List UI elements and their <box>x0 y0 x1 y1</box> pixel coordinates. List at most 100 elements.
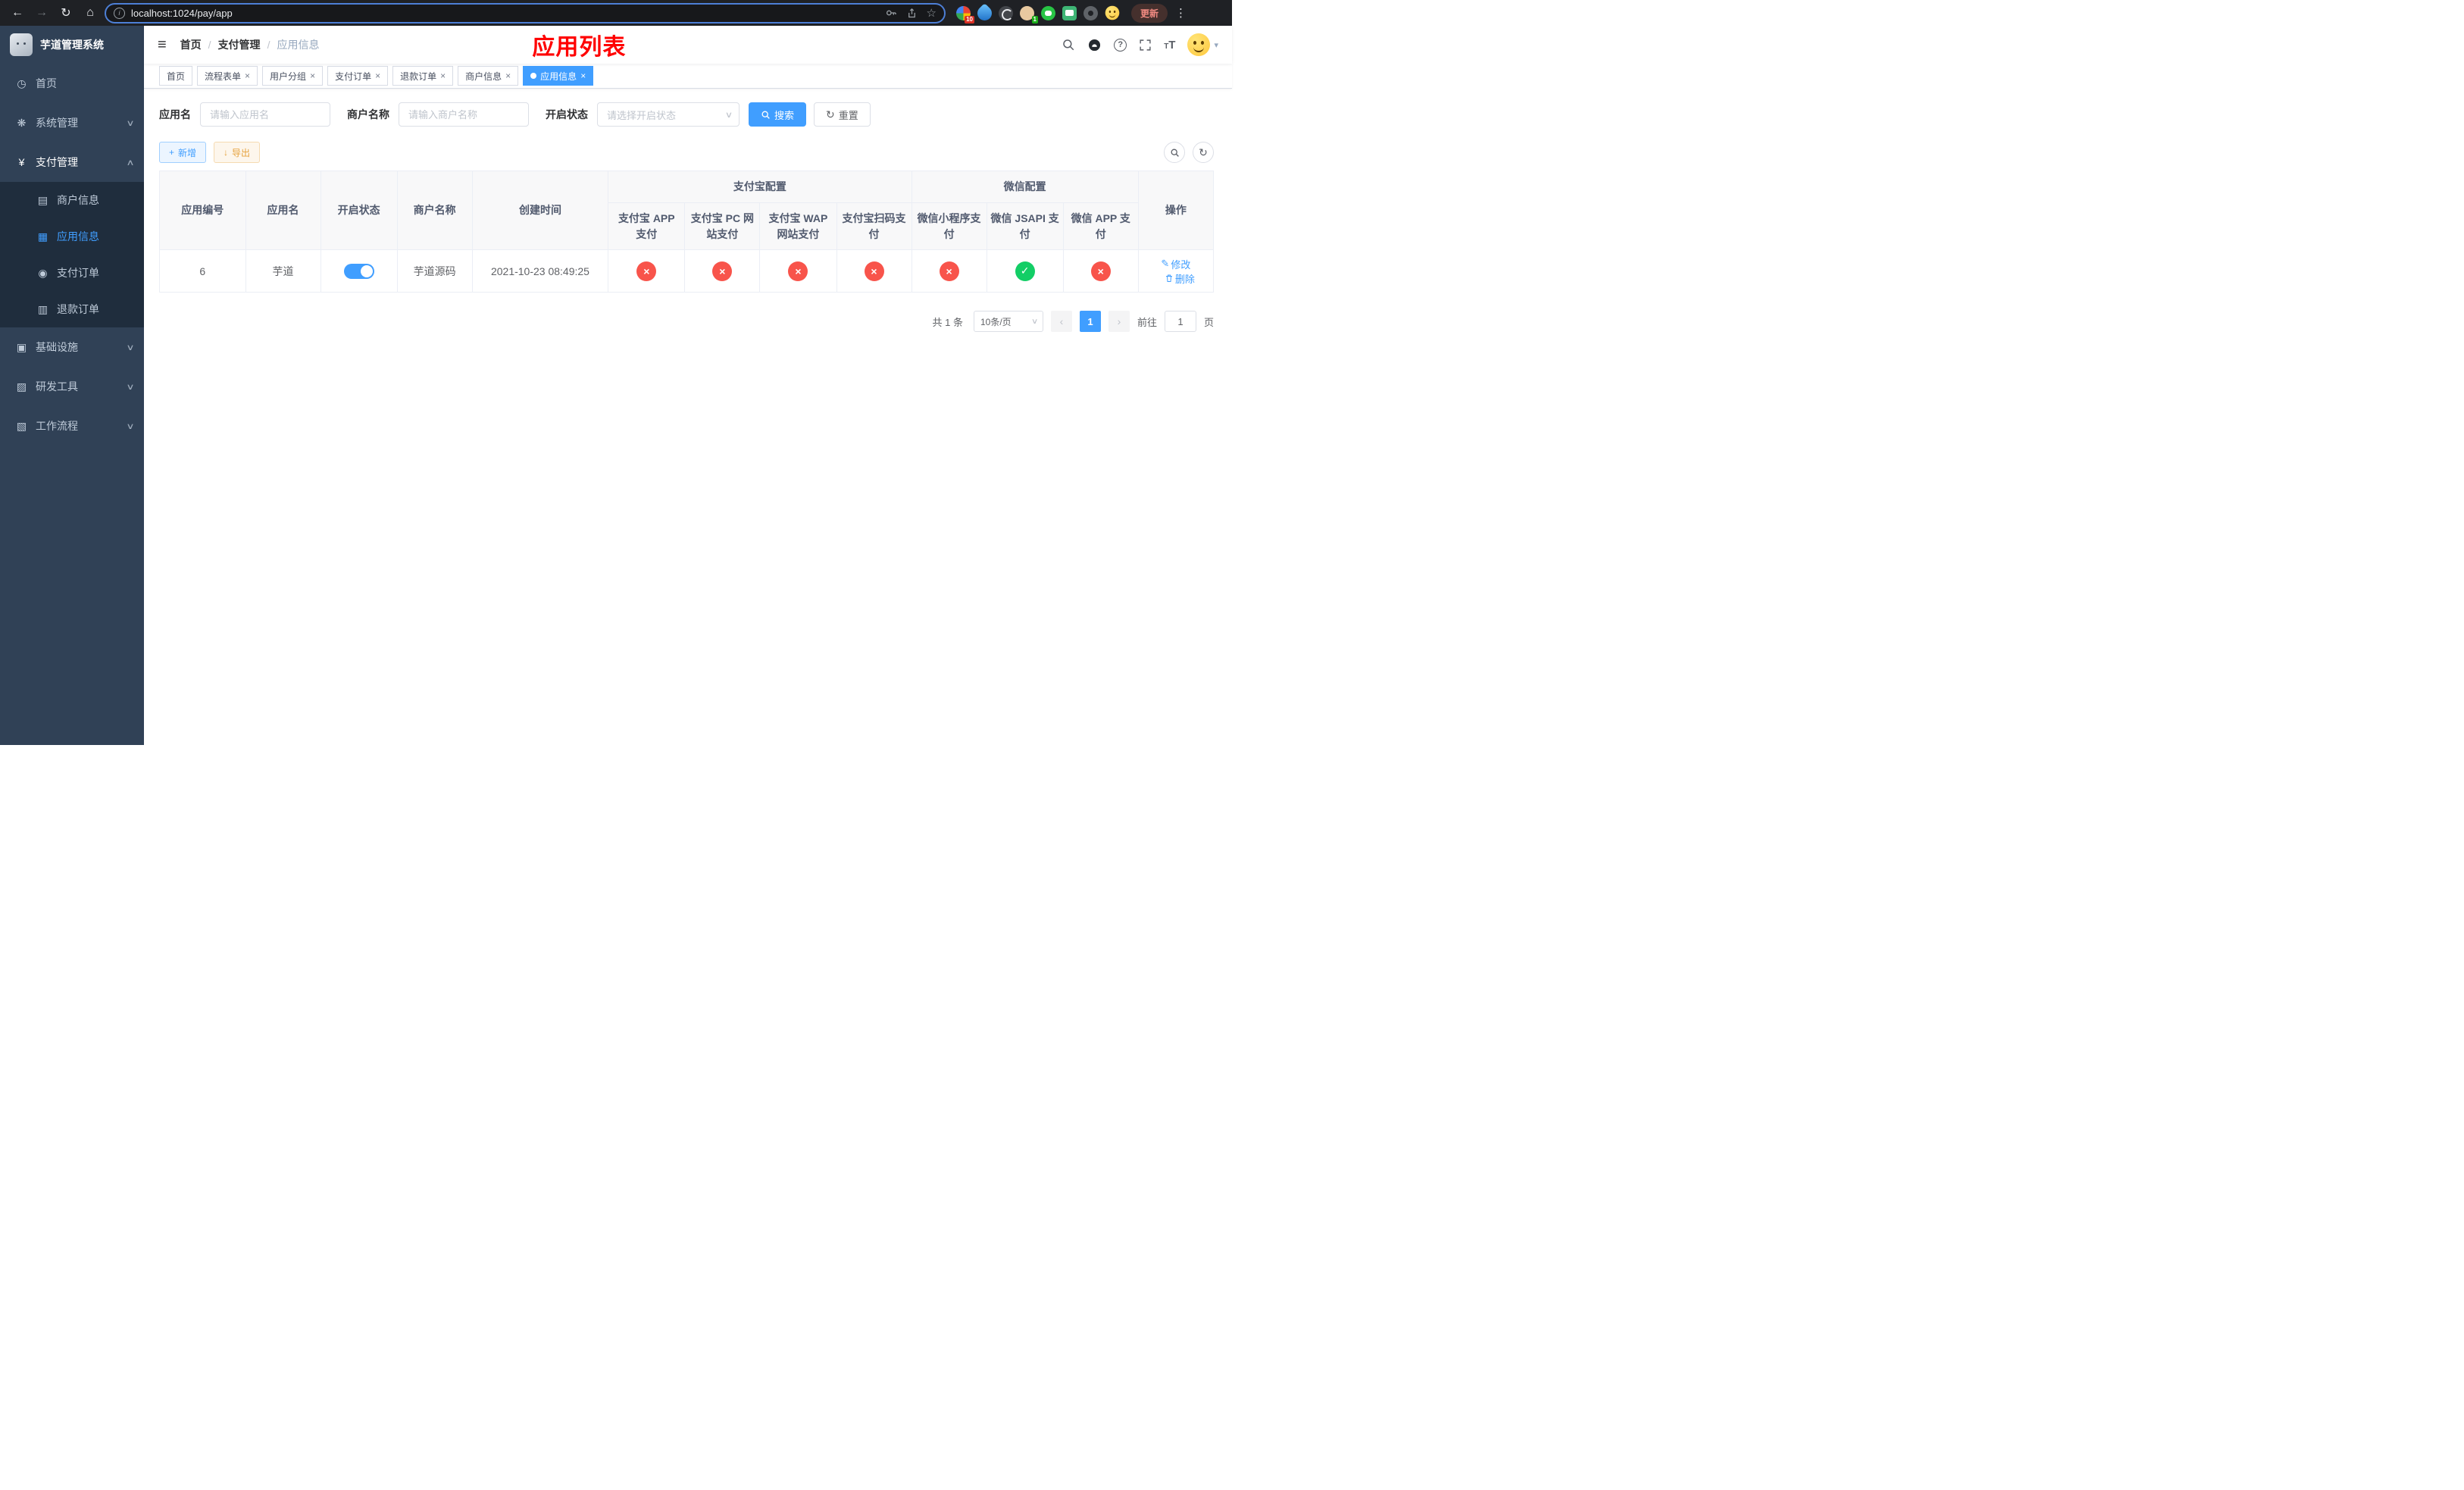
tab-label: 首页 <box>167 70 186 82</box>
close-icon[interactable]: × <box>440 71 446 80</box>
github-icon[interactable] <box>1087 38 1102 52</box>
tab-app-info[interactable]: 应用信息 × <box>523 66 594 86</box>
password-key-icon[interactable] <box>885 7 897 19</box>
browser-back-button[interactable]: ← <box>8 3 27 23</box>
address-bar[interactable]: i localhost:1024/pay/app ☆ <box>105 2 946 23</box>
app-logo[interactable]: 芋道管理系统 <box>0 26 144 64</box>
close-icon[interactable]: × <box>580 71 586 80</box>
extension-dark-icon[interactable] <box>999 5 1013 20</box>
add-button[interactable]: + 新增 <box>159 142 207 163</box>
table-row: 6 芋道 芋道源码 2021-10-23 08:49:25 × × × × × … <box>159 249 1215 293</box>
chevron-down-icon: ▾ <box>1214 40 1218 50</box>
cell-created: 2021-10-23 08:49:25 <box>471 249 609 293</box>
search-button[interactable]: 搜索 <box>749 102 807 127</box>
sidebar-toggle-icon[interactable]: ≡ <box>158 37 167 52</box>
cell-alipay-pc <box>684 249 761 293</box>
close-icon[interactable]: × <box>375 71 380 80</box>
active-dot <box>530 73 537 79</box>
sidebar-item-app-info[interactable]: ▦ 应用信息 <box>0 218 144 255</box>
tab-label: 应用信息 <box>540 70 577 82</box>
user-avatar[interactable]: ▾ <box>1187 33 1218 56</box>
refresh-table-button[interactable]: ↻ <box>1193 142 1214 163</box>
page-size-select[interactable]: 10条/页 ∨ <box>973 311 1043 332</box>
chevron-down-icon: ∨ <box>126 421 135 431</box>
fullscreen-icon[interactable] <box>1139 39 1152 52</box>
export-button[interactable]: ↓ 导出 <box>214 142 261 163</box>
browser-update-button[interactable]: 更新 <box>1131 3 1168 23</box>
add-button-label: 新增 <box>178 147 197 158</box>
sidebar-item-label: 基础设施 <box>36 341 78 353</box>
sidebar-item-refund-order[interactable]: ▥ 退款订单 <box>0 291 144 327</box>
sidebar-item-payment[interactable]: ¥ 支付管理 ∧ <box>0 142 144 182</box>
cell-alipay-app <box>608 249 686 293</box>
tab-pay-order[interactable]: 支付订单 × <box>327 66 389 86</box>
extension-wechat-icon[interactable] <box>1041 5 1055 20</box>
sidebar-item-dev-tools[interactable]: ▨ 研发工具 ∨ <box>0 367 144 406</box>
sidebar-item-merchant-info[interactable]: ▤ 商户信息 <box>0 182 144 218</box>
sidebar-item-home[interactable]: ◷ 首页 <box>0 64 144 103</box>
app-name-input[interactable] <box>200 102 330 127</box>
extension-avatar-icon[interactable]: 1 <box>1020 5 1038 23</box>
column-wx-jsapi: 微信 JSAPI 支付 <box>986 202 1064 250</box>
browser-chrome: ← → ↻ ⌂ i localhost:1024/pay/app ☆ 10 1 … <box>0 0 1232 26</box>
browser-home-button[interactable]: ⌂ <box>80 3 100 23</box>
column-alipay-wap: 支付宝 WAP 网站支付 <box>759 202 837 250</box>
share-icon[interactable] <box>906 8 918 19</box>
extension-colorwheel-icon[interactable]: 10 <box>956 5 974 23</box>
status-no-icon <box>636 261 657 281</box>
browser-menu-icon[interactable]: ⋮ <box>1172 6 1190 20</box>
sidebar-item-infrastructure[interactable]: ▣ 基础设施 ∨ <box>0 327 144 367</box>
extension-drop-icon[interactable] <box>974 2 995 23</box>
close-icon[interactable]: × <box>245 71 250 80</box>
tab-merchant-info[interactable]: 商户信息 × <box>458 66 519 86</box>
extensions-puzzle-icon[interactable] <box>1083 5 1098 20</box>
breadcrumb-home[interactable]: 首页 <box>180 37 202 52</box>
table-group-header-row: 应用编号 应用名 开启状态 商户名称 创建时间 支付宝配置 微信配置 操作 <box>159 171 1215 250</box>
goto-page-input[interactable] <box>1164 311 1196 332</box>
font-size-icon[interactable]: TT <box>1164 39 1175 52</box>
column-status: 开启状态 <box>320 171 398 250</box>
table-toolbar: + 新增 ↓ 导出 ↻ <box>159 142 1214 163</box>
prev-page-button[interactable]: ‹ <box>1050 311 1072 332</box>
column-actions: 操作 <box>1137 171 1215 250</box>
sidebar-item-workflow[interactable]: ▧ 工作流程 ∨ <box>0 406 144 446</box>
extension-emoji-icon[interactable] <box>1105 5 1119 20</box>
help-icon[interactable]: ? <box>1114 38 1127 52</box>
tab-process-form[interactable]: 流程表单 × <box>197 66 258 86</box>
trash-icon <box>1165 274 1172 282</box>
status-toggle[interactable] <box>343 263 374 279</box>
breadcrumb: 首页 / 支付管理 / 应用信息 <box>180 37 320 52</box>
delete-link[interactable]: 删除 <box>1165 271 1195 286</box>
sidebar-item-pay-order[interactable]: ◉ 支付订单 <box>0 255 144 291</box>
reset-button[interactable]: ↻ 重置 <box>814 102 871 127</box>
browser-refresh-button[interactable]: ↻ <box>56 3 76 23</box>
breadcrumb-current: 应用信息 <box>277 39 320 51</box>
main-area: ≡ 首页 / 支付管理 / 应用信息 应用列表 ? TT ▾ 首页 流程表单 ×… <box>144 26 1232 745</box>
page-content: 应用名 商户名称 开启状态 请选择开启状态 ∨ 搜索 ↻ 重置 <box>144 89 1232 745</box>
toggle-search-button[interactable] <box>1164 142 1185 163</box>
goto-label: 前往 <box>1137 316 1157 328</box>
breadcrumb-section[interactable]: 支付管理 <box>218 37 261 52</box>
logo-avatar <box>10 33 33 56</box>
page-number-1[interactable]: 1 <box>1079 311 1101 332</box>
tab-refund-order[interactable]: 退款订单 × <box>392 66 454 86</box>
sidebar-item-label: 支付订单 <box>57 267 99 279</box>
tab-user-group[interactable]: 用户分组 × <box>262 66 324 86</box>
next-page-button[interactable]: › <box>1108 311 1130 332</box>
column-created: 创建时间 <box>471 171 609 250</box>
status-select[interactable]: 请选择开启状态 ∨ <box>597 102 740 127</box>
extension-chat-icon[interactable] <box>1062 5 1077 20</box>
browser-forward-button[interactable]: → <box>32 3 52 23</box>
cell-app-name: 芋道 <box>245 249 321 293</box>
sidebar-item-system[interactable]: ❋ 系统管理 ∨ <box>0 103 144 142</box>
site-info-icon[interactable]: i <box>114 7 125 19</box>
pagination: 共 1 条 10条/页 ∨ ‹ 1 › 前往 页 <box>159 311 1214 332</box>
tab-home[interactable]: 首页 <box>159 66 193 86</box>
bookmark-star-icon[interactable]: ☆ <box>927 8 937 19</box>
close-icon[interactable]: × <box>505 71 511 80</box>
close-icon[interactable]: × <box>310 71 315 80</box>
column-alipay-pc: 支付宝 PC 网站支付 <box>684 202 761 250</box>
search-icon[interactable] <box>1062 38 1075 52</box>
edit-link[interactable]: ✎ 修改 <box>1161 257 1190 271</box>
merchant-name-input[interactable] <box>399 102 529 127</box>
